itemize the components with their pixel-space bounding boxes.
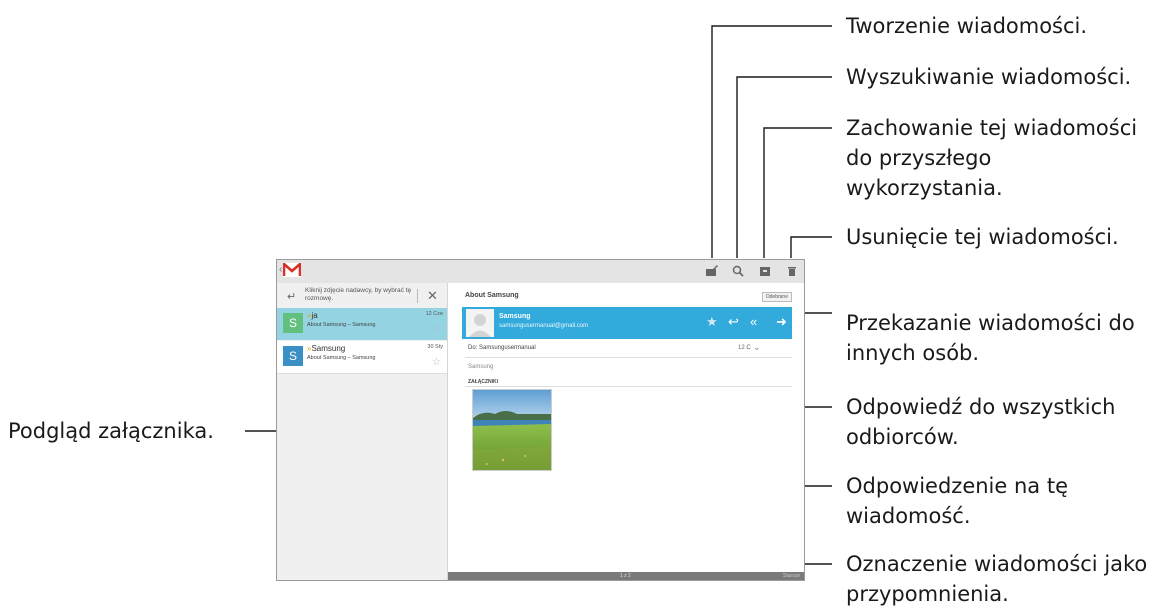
list-item-sender: »ja [307,311,318,320]
callout-reply-line: wiadomość. [846,504,971,528]
message-header: Samsung samsungusermanual@gmail.com ★ ↩ … [462,307,792,339]
gmail-logo-icon[interactable] [283,263,301,277]
action-bar: ‹ [277,260,804,283]
callout-forward: Przekazanie wiadomości do innych osób. [846,308,1135,368]
callout-archive-line: do przyszłego [846,146,992,170]
delete-icon[interactable] [786,265,798,277]
chevron-down-icon[interactable]: ⌄ [753,342,761,353]
sender-name: Samsung [499,313,531,320]
star-icon[interactable]: ★ [706,315,718,329]
select-arrow-icon: ↵ [287,291,297,303]
callout-forward-line: innych osób. [846,341,980,365]
callout-reply-all-line: Odpowiedź do wszystkich [846,395,1116,419]
pager-bar: 1 z 2 Starsze [448,572,804,580]
divider [465,386,792,387]
attachment-thumbnail[interactable] [472,389,552,471]
attachments-label: ZAŁĄCZNIKI [468,379,498,385]
list-item[interactable]: S »ja About Samsung – Samsung 12 Cze ☆ [277,308,447,340]
select-hint: Kliknij zdjęcie nadawcy, by wybrać tę ro… [305,287,412,302]
callout-archive-line: Zachowanie tej wiadomości [846,116,1138,140]
list-item-subject: About Samsung – Samsung [307,322,376,328]
list-item-subject: About Samsung – Samsung [307,355,376,361]
list-item-sender-name: Samsung [311,344,346,353]
back-chevron-icon[interactable]: ‹ [279,264,282,275]
close-icon[interactable]: ✕ [427,288,438,304]
label-button[interactable]: Odebrane [761,292,792,302]
avatar[interactable]: S [283,313,303,333]
divider [417,289,418,303]
callout-star-line: przypomnienia. [846,582,1009,606]
callout-archive-line: wykorzystania. [846,176,1003,200]
sender-avatar-icon[interactable] [466,309,494,337]
callout-reply-line: Odpowiedzenie na tę [846,474,1068,498]
list-item-date: 12 Cze [425,311,443,317]
callout-reply-all: Odpowiedź do wszystkich odbiorców. [846,392,1115,452]
list-item[interactable]: S »Samsung About Samsung – Samsung 30 St… [277,341,447,374]
callout-star: Oznaczenie wiadomości jako przypomnienia… [846,549,1147,609]
older-link[interactable]: Starsze [783,572,800,580]
callout-reply: Odpowiedzenie na tę wiadomość. [846,471,1068,531]
divider [465,357,792,358]
search-icon[interactable] [732,265,744,277]
message-subject: About Samsung [465,292,519,299]
callout-search: Wyszukiwanie wiadomości. [846,65,1132,89]
star-icon[interactable]: ☆ [432,357,441,368]
callout-reply-all-line: odbiorców. [846,425,959,449]
callout-attachment-preview: Podgląd załącznika. [8,419,214,443]
archive-icon[interactable] [759,265,771,277]
star-icon[interactable]: ☆ [432,324,441,335]
callout-compose: Tworzenie wiadomości. [846,14,1088,38]
list-item-date: 30 Sty [427,344,443,350]
callout-forward-line: Przekazanie wiadomości do [846,311,1135,335]
landscape-image-icon [473,390,551,470]
page-indicator: 1 z 2 [620,573,631,579]
recipients: Do: Samsungusermanual [468,345,536,351]
message-pane: About Samsung Odebrane Samsung samsungus… [448,283,804,580]
callout-delete: Usunięcie tej wiadomości. [846,225,1119,249]
conversation-list: ↵ Kliknij zdjęcie nadawcy, by wybrać tę … [277,283,448,580]
list-item-sender: »Samsung [307,344,345,353]
forward-icon[interactable]: ➜ [776,315,787,329]
callout-star-line: Oznaczenie wiadomości jako [846,552,1148,576]
avatar[interactable]: S [283,346,303,366]
tablet-screen: ‹ ↵ Kliknij zdjęcie nadawcy, by wybrać t… [276,259,805,581]
sender-email: samsungusermanual@gmail.com [499,323,589,329]
list-item-sender-name: ja [311,311,318,320]
reply-all-icon[interactable]: « [750,315,757,329]
compose-icon[interactable] [706,265,718,277]
message-date: 12 C [738,345,751,351]
message-body: Samsung [468,364,494,370]
reply-icon[interactable]: ↩ [728,315,739,329]
callout-archive: Zachowanie tej wiadomości do przyszłego … [846,113,1137,203]
